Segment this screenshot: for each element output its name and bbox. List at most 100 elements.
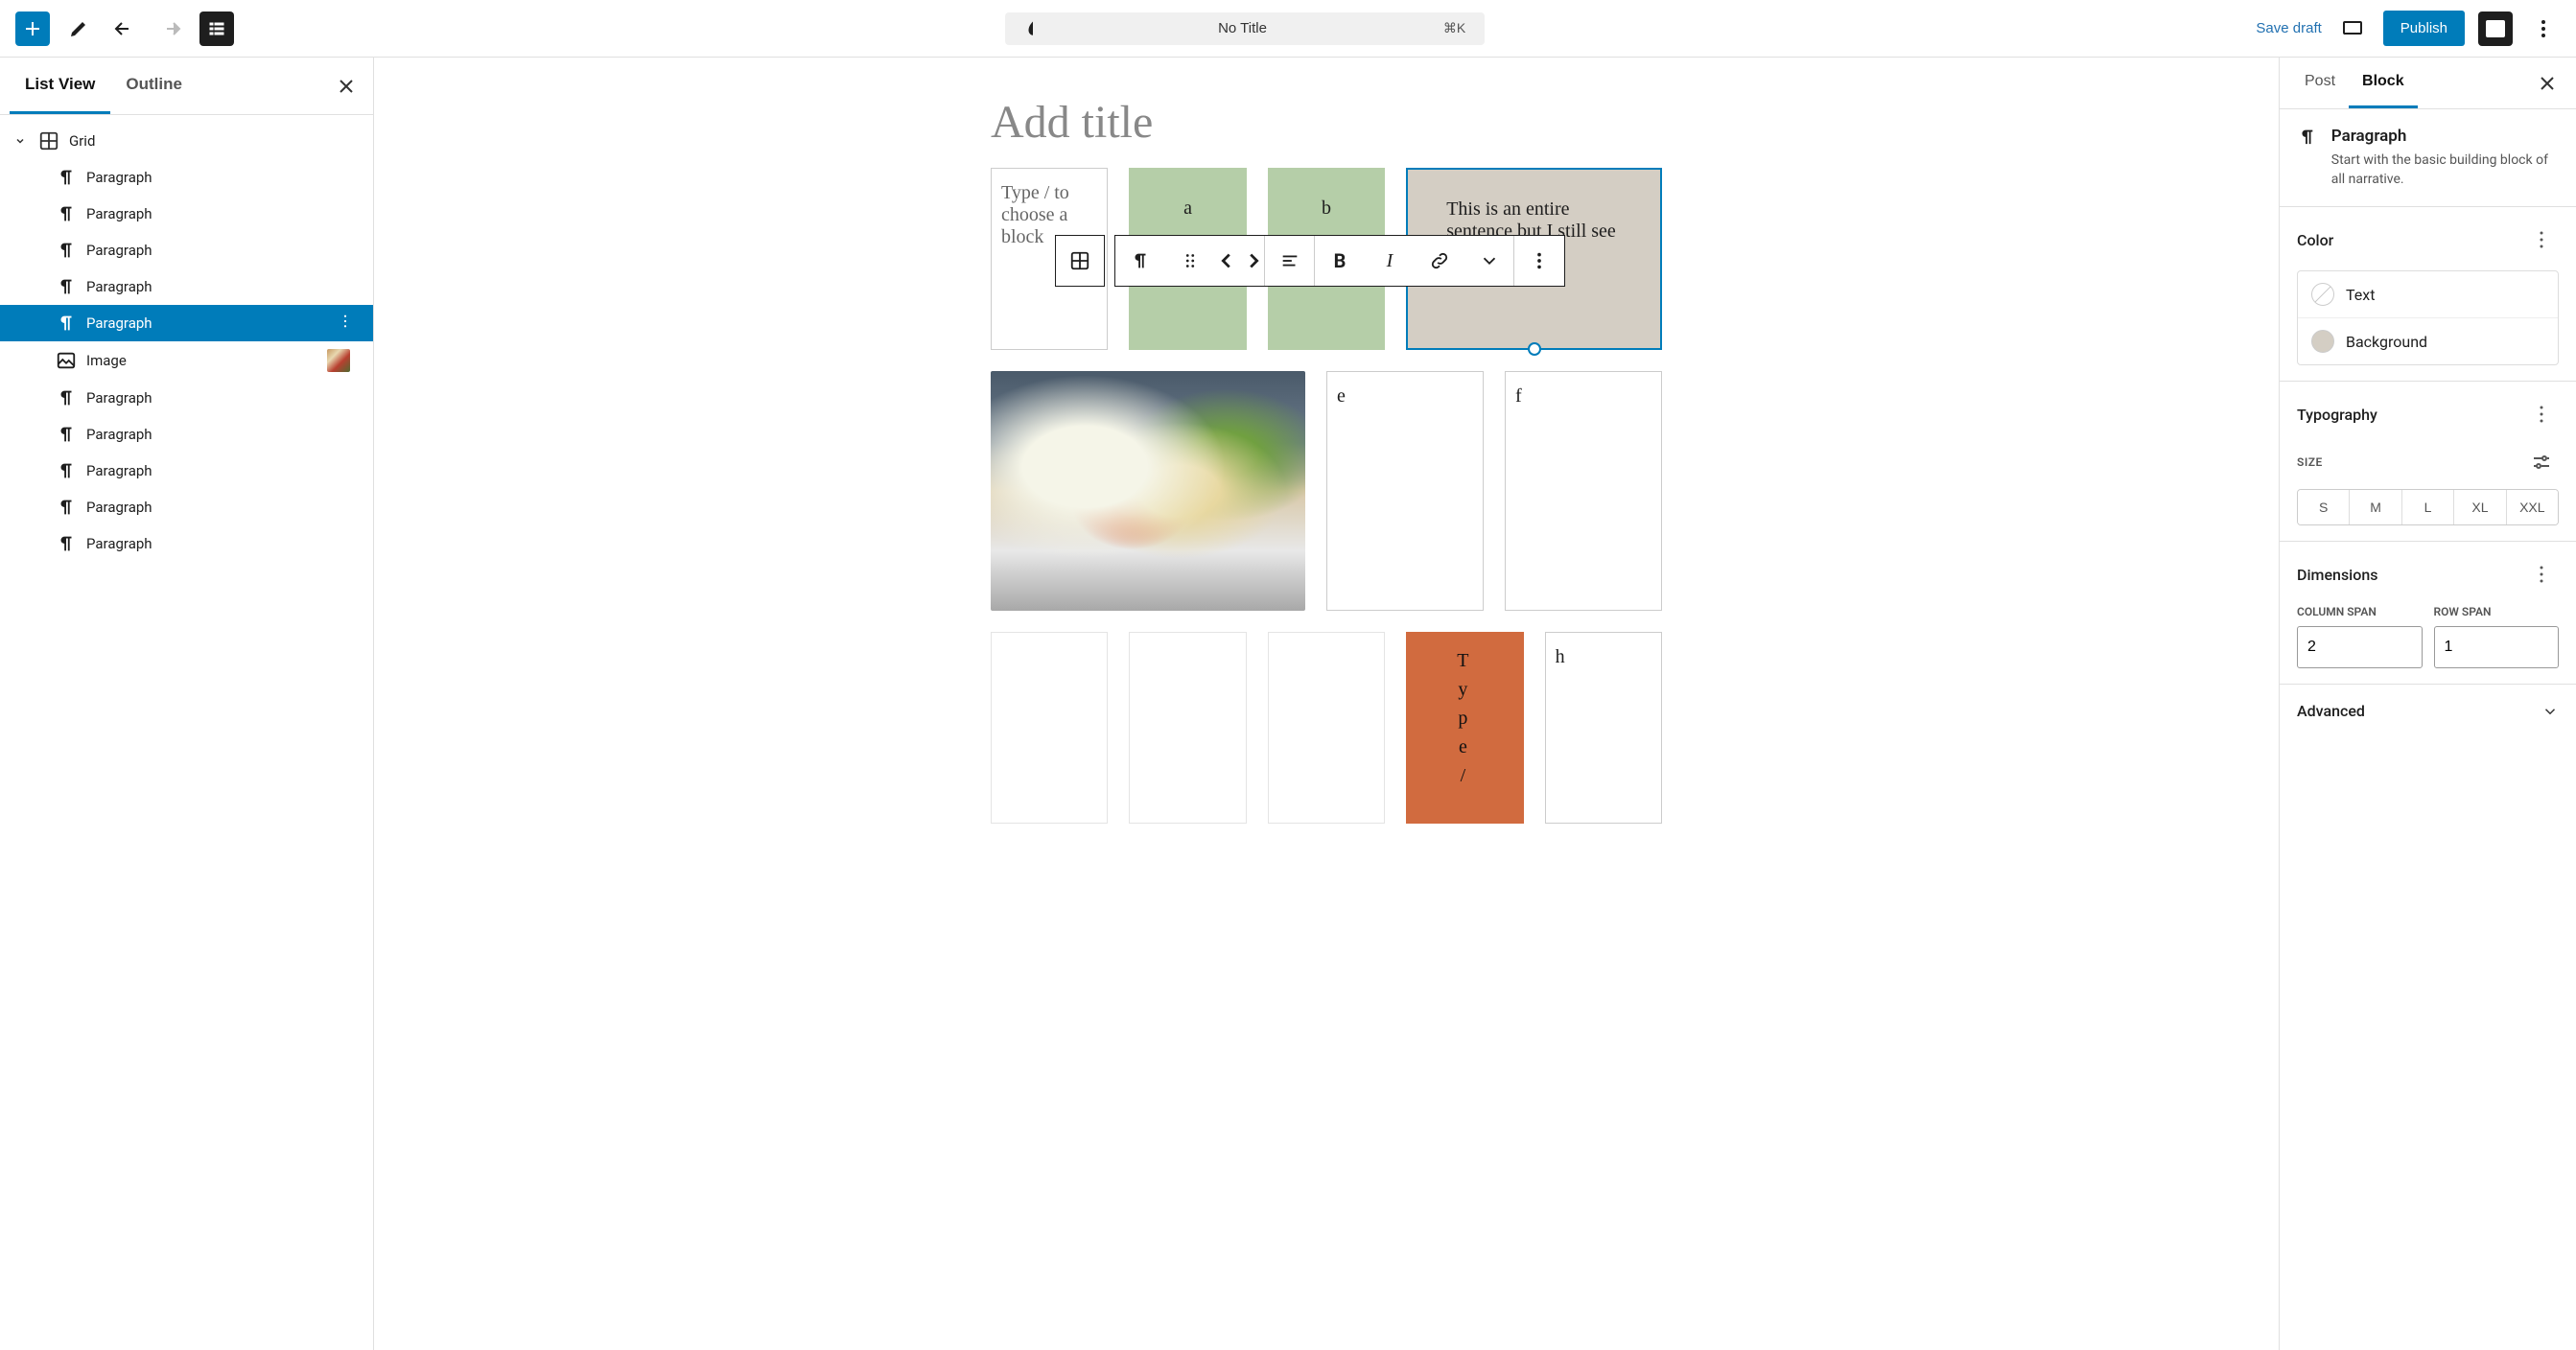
font-size-l[interactable]: L — [2402, 490, 2454, 524]
tree-item-paragraph[interactable]: Paragraph — [0, 380, 373, 416]
tree-item-paragraph[interactable]: Paragraph — [0, 453, 373, 489]
grid-icon — [1069, 250, 1090, 271]
move-arrows-button[interactable] — [1215, 236, 1265, 286]
typography-options-button[interactable] — [2524, 397, 2559, 431]
font-size-xxl[interactable]: XXL — [2507, 490, 2558, 524]
grid-cell-empty[interactable] — [991, 632, 1108, 824]
tab-outline[interactable]: Outline — [110, 58, 198, 114]
image-block[interactable] — [991, 371, 1305, 611]
tree-item-paragraph[interactable]: Paragraph — [0, 232, 373, 268]
paragraph-icon — [56, 460, 77, 481]
link-icon — [1429, 250, 1450, 271]
advanced-panel-toggle[interactable]: Advanced — [2280, 684, 2576, 737]
tree-label: Paragraph — [86, 242, 152, 259]
shortcut-label: ⌘K — [1443, 20, 1465, 36]
grid-cell-h[interactable]: h — [1545, 632, 1662, 824]
text-color-button[interactable]: Text — [2298, 271, 2558, 317]
column-span-input[interactable] — [2297, 626, 2423, 668]
parent-block-toolbar — [1055, 235, 1105, 287]
document-overview-button[interactable] — [199, 12, 234, 46]
tree-item-paragraph[interactable]: Paragraph — [0, 196, 373, 232]
drag-icon — [1180, 250, 1201, 271]
document-title-text: No Title — [1051, 20, 1434, 36]
tab-list-view[interactable]: List View — [10, 58, 110, 114]
tree-item-paragraph[interactable]: Paragraph — [0, 305, 373, 341]
close-list-view-button[interactable] — [329, 69, 363, 104]
italic-button[interactable]: I — [1365, 236, 1415, 286]
block-type-button[interactable] — [1115, 236, 1165, 286]
post-title-input[interactable]: Add title — [991, 96, 1662, 149]
font-size-xl[interactable]: XL — [2454, 490, 2506, 524]
link-button[interactable] — [1415, 236, 1464, 286]
drag-handle[interactable] — [1165, 236, 1215, 286]
edit-tool-button[interactable] — [61, 12, 96, 46]
tree-label: Paragraph — [86, 535, 152, 552]
chevron-down-icon — [1479, 250, 1500, 271]
tree-item-grid[interactable]: Grid — [0, 123, 373, 159]
grid-cell-e[interactable]: e — [1326, 371, 1484, 611]
typography-heading: Typography — [2297, 406, 2377, 424]
font-size-s[interactable]: S — [2298, 490, 2350, 524]
add-block-button[interactable] — [15, 12, 50, 46]
save-draft-button[interactable]: Save draft — [2256, 20, 2321, 36]
grid-cell-empty[interactable] — [1129, 632, 1246, 824]
color-options-button[interactable] — [2524, 222, 2559, 257]
editor-canvas[interactable]: Add title Type / to choose a block a b T… — [374, 58, 2279, 1350]
block-tree: Grid ParagraphParagraphParagraphParagrap… — [0, 115, 373, 1350]
row-span-input[interactable] — [2434, 626, 2560, 668]
tree-label: Grid — [69, 132, 95, 150]
preview-button[interactable] — [2335, 12, 2370, 46]
tree-item-paragraph[interactable]: Paragraph — [0, 268, 373, 305]
options-menu-button[interactable] — [2526, 12, 2561, 46]
tab-block[interactable]: Block — [2349, 58, 2418, 108]
publish-button[interactable]: Publish — [2383, 11, 2465, 46]
redo-button[interactable] — [153, 12, 188, 46]
dimensions-options-button[interactable] — [2524, 557, 2559, 592]
tree-item-paragraph[interactable]: Paragraph — [0, 525, 373, 562]
list-view-panel: List View Outline Grid ParagraphParagrap… — [0, 58, 374, 1350]
more-vertical-icon — [1529, 250, 1550, 271]
paragraph-icon — [56, 240, 77, 261]
toolbar-left-group — [15, 12, 234, 46]
tree-label: Paragraph — [86, 278, 152, 295]
grid-cell-empty[interactable] — [1268, 632, 1385, 824]
paragraph-icon — [56, 276, 77, 297]
paragraph-icon — [56, 533, 77, 554]
tree-item-paragraph[interactable]: Paragraph — [0, 159, 373, 196]
custom-size-toggle[interactable] — [2524, 445, 2559, 479]
background-color-button[interactable]: Background — [2298, 317, 2558, 364]
select-grid-button[interactable] — [1056, 236, 1104, 286]
font-size-m[interactable]: M — [2350, 490, 2401, 524]
bold-button[interactable]: B — [1315, 236, 1365, 286]
image-thumbnail — [327, 349, 350, 372]
document-title-button[interactable]: No Title ⌘K — [1005, 12, 1485, 45]
tree-label: Paragraph — [86, 389, 152, 407]
align-button[interactable] — [1265, 236, 1315, 286]
tree-label: Image — [86, 352, 127, 369]
toolbar-right-group: Save draft Publish — [2256, 11, 2561, 46]
tree-label: Paragraph — [86, 499, 152, 516]
image-icon — [56, 350, 77, 371]
text-color-swatch — [2311, 283, 2334, 306]
settings-sidebar-toggle[interactable] — [2478, 12, 2513, 46]
resize-handle-bottom[interactable] — [1528, 342, 1541, 356]
close-settings-button[interactable] — [2530, 66, 2564, 101]
grid-icon — [38, 130, 59, 151]
grid-cell-f[interactable]: f — [1505, 371, 1662, 611]
grid-cell-orange[interactable]: T y p e / — [1406, 632, 1523, 824]
tree-item-paragraph[interactable]: Paragraph — [0, 489, 373, 525]
tree-item-options-button[interactable] — [337, 313, 354, 334]
more-rich-text-button[interactable] — [1464, 236, 1514, 286]
tree-item-image[interactable]: Image — [0, 341, 373, 380]
align-left-icon — [1279, 250, 1300, 271]
column-span-label: COLUMN SPAN — [2297, 605, 2423, 618]
text-color-label: Text — [2346, 286, 2375, 304]
paragraph-icon — [56, 424, 77, 445]
tree-item-paragraph[interactable]: Paragraph — [0, 416, 373, 453]
feather-icon — [1024, 20, 1042, 37]
paragraph-icon — [56, 167, 77, 188]
block-options-button[interactable] — [1514, 236, 1564, 286]
tree-label: Paragraph — [86, 205, 152, 222]
tab-post[interactable]: Post — [2291, 58, 2349, 108]
undo-button[interactable] — [107, 12, 142, 46]
